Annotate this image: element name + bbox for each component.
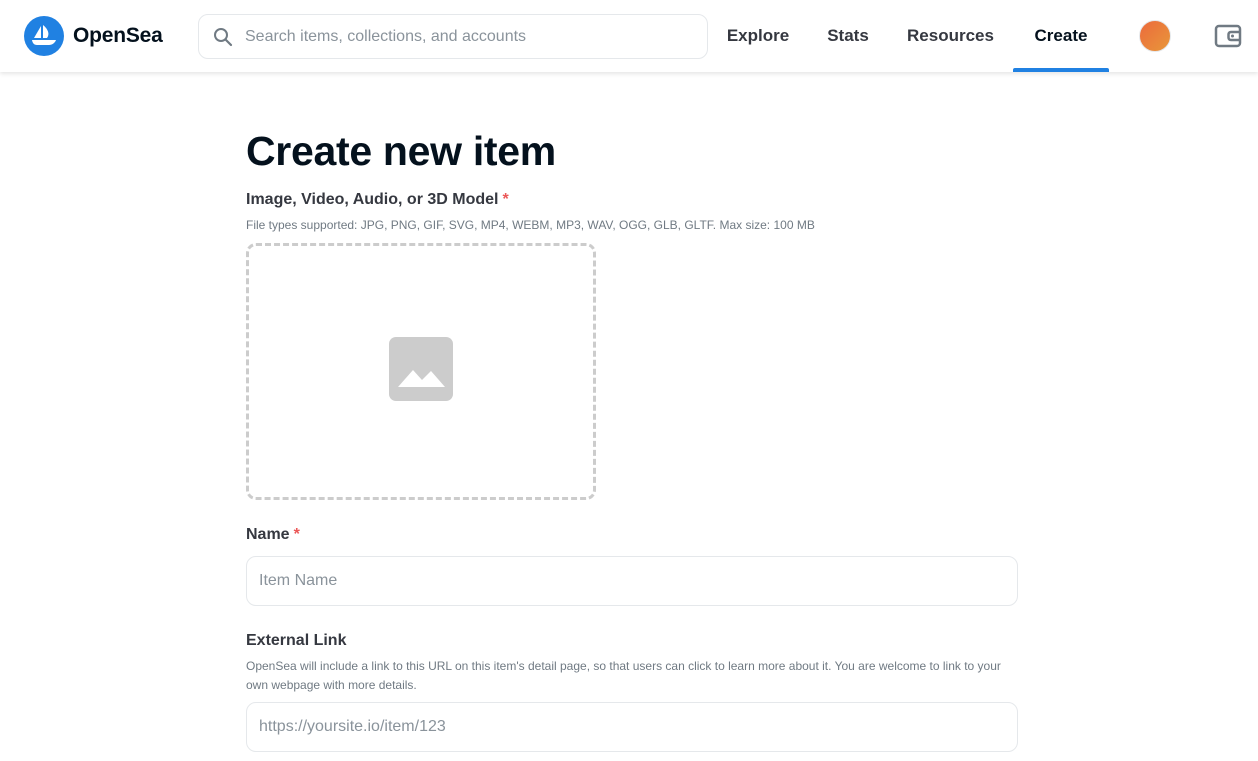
avatar[interactable] xyxy=(1139,20,1171,52)
external-link-help-text: OpenSea will include a link to this URL … xyxy=(246,659,1001,692)
image-placeholder-icon xyxy=(389,337,453,406)
wallet-icon[interactable] xyxy=(1214,22,1242,50)
name-label: Name * xyxy=(246,526,300,544)
top-header: OpenSea Explore Stats Resources Create xyxy=(0,0,1258,72)
search-icon xyxy=(213,27,233,47)
opensea-logo-icon xyxy=(24,16,64,56)
nav-stats[interactable]: Stats xyxy=(808,0,888,72)
nav-resources[interactable]: Resources xyxy=(888,0,1013,72)
media-label: Image, Video, Audio, or 3D Model * xyxy=(246,191,509,209)
item-name-input[interactable] xyxy=(246,556,1018,606)
brand-logo-link[interactable]: OpenSea xyxy=(24,16,163,56)
external-link-label: External Link xyxy=(246,632,347,649)
media-upload-dropzone[interactable] xyxy=(246,243,596,500)
active-tab-indicator xyxy=(1013,68,1109,72)
media-label-text: Image, Video, Audio, or 3D Model xyxy=(246,191,499,208)
name-label-text: Name xyxy=(246,526,290,543)
media-help-text: File types supported: JPG, PNG, GIF, SVG… xyxy=(246,218,815,232)
nav-create[interactable]: Create xyxy=(1013,0,1109,72)
nav-explore[interactable]: Explore xyxy=(708,0,808,72)
required-asterisk: * xyxy=(293,526,300,543)
search-bar[interactable] xyxy=(198,14,708,59)
search-input[interactable] xyxy=(245,16,685,57)
page-title: Create new item xyxy=(246,128,556,174)
external-link-input[interactable] xyxy=(246,702,1018,752)
required-asterisk: * xyxy=(502,191,509,208)
brand-name: OpenSea xyxy=(73,24,163,47)
